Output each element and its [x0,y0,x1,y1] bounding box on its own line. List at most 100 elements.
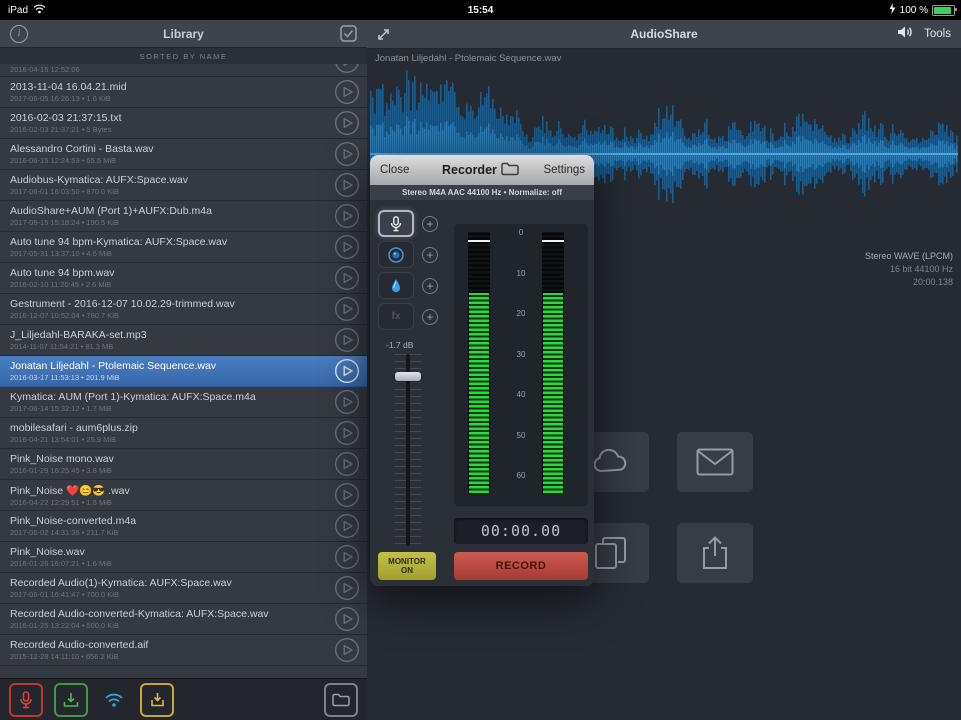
play-button[interactable] [334,637,360,663]
share-button[interactable] [677,523,753,583]
file-meta: 2016-04-22 12:29:51 • 1.8 MiB [10,498,334,507]
file-meta: 2017-06-15 15:18:24 • 190.5 KiB [10,218,334,227]
monitor-toggle-button[interactable]: MONITOR ON [378,552,436,580]
file-meta: 2016-03-17 11:53:13 • 201.9 MiB [10,373,334,382]
sort-bar[interactable]: SORTED BY NAME [0,48,367,64]
meter-scale-label: 30 [517,350,526,359]
record-mic-button[interactable] [9,683,43,717]
list-item[interactable]: AudioShare+AUM (Port 1)+AUFX:Dub.m4a2017… [0,201,367,232]
file-meta: 2016-06-15 12:24:53 • 65.5 MiB [10,156,334,165]
play-button[interactable] [334,327,360,353]
list-item[interactable]: Recorded Audio-converted.aif2015-12-28 1… [0,635,367,666]
charging-bolt-icon [889,3,896,17]
add-fx-button[interactable]: + [422,309,438,325]
play-button[interactable] [334,110,360,136]
play-button[interactable] [334,482,360,508]
player-header: AudioShare Tools [367,20,961,49]
file-name: Recorded Audio(1)-Kymatica: AUFX:Space.w… [10,577,334,589]
play-button[interactable] [334,64,360,74]
speaker-icon[interactable] [897,25,914,44]
library-title: Library [0,27,367,41]
clock: 15:54 [0,5,961,16]
file-meta: 2016-04-21 13:54:01 • 25.9 MiB [10,435,334,444]
file-meta: 2017-05-31 13:37:10 • 4.6 MiB [10,249,334,258]
play-button[interactable] [334,606,360,632]
close-button[interactable]: Close [380,155,409,185]
peak-indicator [542,240,564,242]
list-item[interactable]: Auto tune 94 bpm-Kymatica: AUFX:Space.wa… [0,232,367,263]
camera-input-button[interactable] [378,241,414,268]
file-name: Kymatica: AUM (Port 1)-Kymatica: AUFX:Sp… [10,391,334,403]
gain-slider[interactable] [388,354,428,546]
play-button[interactable] [334,296,360,322]
battery-percent: 100 % [900,5,928,16]
level-meter-right [542,232,564,494]
list-item[interactable]: Audiobus-Kymatica: AUFX:Space.wav2017-06… [0,170,367,201]
wifi-transfer-button[interactable] [99,685,129,715]
level-meter-left [468,232,490,494]
file-depth: 16 bit 44100 Hz [865,263,953,276]
battery-icon [932,5,955,16]
monitor-label-line2: ON [401,566,413,576]
play-button[interactable] [334,389,360,415]
record-button[interactable]: RECORD [454,552,588,580]
save-button[interactable] [54,683,88,717]
fx-input-button[interactable]: fx [378,303,414,330]
import-button[interactable] [140,683,174,717]
add-audiobus-button[interactable]: + [422,278,438,294]
list-item[interactable]: Pink_Noise mono.wav2016-01-29 16:25:45 •… [0,449,367,480]
meter-scale-label: 0 [519,228,523,237]
list-item[interactable]: Jonatan Liljedahl - Ptolemaic Sequence.w… [0,356,367,387]
play-button[interactable] [334,575,360,601]
file-meta: 2016-02-10 11:20:45 • 2.6 MiB [10,280,334,289]
play-button[interactable] [334,265,360,291]
add-mic-button[interactable]: + [422,216,438,232]
list-item[interactable]: Pink_Noise-converted.m4a2017-06-02 14:31… [0,511,367,542]
list-item[interactable]: Pink_Noise ❤️😊😎 .wav2016-04-22 12:29:51 … [0,480,367,511]
file-meta: 2017-06-02 14:31:36 • 211.7 KiB [10,528,334,537]
settings-button[interactable]: Settings [543,155,585,185]
file-name: Pink_Noise.wav [10,546,334,558]
play-button[interactable] [334,79,360,105]
play-button[interactable] [334,234,360,260]
play-button[interactable] [334,358,360,384]
list-item[interactable]: 2016-04-15 12:52:06 [0,64,367,77]
folder-icon[interactable] [501,162,519,181]
play-button[interactable] [334,420,360,446]
tools-button[interactable]: Tools [924,28,951,40]
mail-button[interactable] [677,432,753,492]
fx-label: fx [392,311,401,322]
select-items-button[interactable] [340,25,357,42]
list-item[interactable]: Pink_Noise.wav2016-01-26 16:07:21 • 1.6 … [0,542,367,573]
file-format: Stereo WAVE (LPCM) [865,250,953,263]
list-item[interactable]: Recorded Audio(1)-Kymatica: AUFX:Space.w… [0,573,367,604]
list-item[interactable]: 2016-02-03 21:37:15.txt2016-02-03 21:37:… [0,108,367,139]
list-item[interactable]: Recorded Audio-converted-Kymatica: AUFX:… [0,604,367,635]
mic-input-button[interactable] [378,210,414,237]
fullscreen-icon[interactable] [376,27,391,42]
play-button[interactable] [334,141,360,167]
play-button[interactable] [334,451,360,477]
slider-handle[interactable] [395,372,421,381]
file-list: 2016-04-15 12:52:062013-11-04 16.04.21.m… [0,64,367,678]
list-item[interactable]: 2013-11-04 16.04.21.mid2017-06-05 16:26:… [0,77,367,108]
play-button[interactable] [334,513,360,539]
list-item[interactable]: Auto tune 94 bpm.wav2016-02-10 11:20:45 … [0,263,367,294]
list-item[interactable]: J_Liljedahl-BARAKA-set.mp32014-11-07 11:… [0,325,367,356]
play-button[interactable] [334,544,360,570]
list-item[interactable]: Kymatica: AUM (Port 1)-Kymatica: AUFX:Sp… [0,387,367,418]
action-grid [573,432,753,583]
file-name: Pink_Noise mono.wav [10,453,334,465]
audiobus-input-button[interactable] [378,272,414,299]
list-item[interactable]: Alessandro Cortini - Basta.wav2016-06-15… [0,139,367,170]
add-camera-button[interactable]: + [422,247,438,263]
info-button[interactable]: i [10,25,28,43]
play-button[interactable] [334,203,360,229]
new-folder-button[interactable] [324,683,358,717]
list-item[interactable]: mobilesafari - aum6plus.zip2016-04-21 13… [0,418,367,449]
file-meta: 2017-06-14 15:32:12 • 1.7 MiB [10,404,334,413]
play-button[interactable] [334,172,360,198]
list-item[interactable]: Gestrument - 2016-12-07 10.02.29-trimmed… [0,294,367,325]
file-meta: 2016-01-29 16:25:45 • 3.8 MiB [10,466,334,475]
recorder-header: Close Recorder Settings [370,155,594,185]
